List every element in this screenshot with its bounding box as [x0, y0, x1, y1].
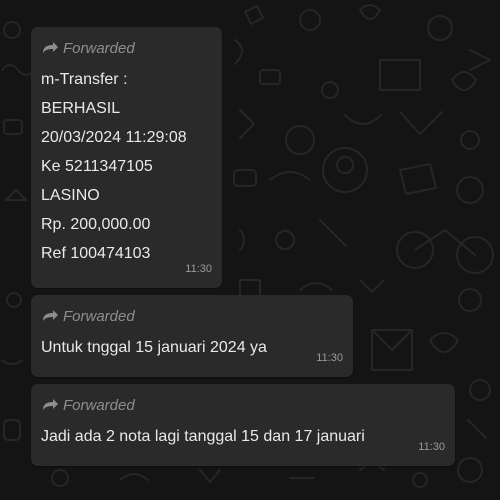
message-text-line: BERHASIL [41, 100, 121, 117]
forward-arrow-icon [43, 42, 58, 53]
forwarded-label: Forwarded [63, 39, 135, 57]
message-bubble-2[interactable]: Forwarded Untuk tnggal 15 januari 2024 y… [31, 295, 353, 377]
message-text-line: Ref 100474103 [41, 245, 151, 262]
forward-arrow-icon [43, 399, 58, 410]
message-text-line: Jadi ada 2 nota lagi tanggal 15 dan 17 j… [41, 428, 365, 445]
message-text-line: Ke 5211347105 [41, 158, 153, 175]
forwarded-label: Forwarded [63, 307, 135, 325]
message-text-line: m-Transfer : [41, 71, 128, 88]
message-text-line: LASINO [41, 187, 100, 204]
forwarded-label: Forwarded [63, 396, 135, 414]
forwarded-indicator: Forwarded [41, 394, 135, 416]
message-timestamp: 11:30 [185, 263, 212, 275]
message-bubble-3[interactable]: Forwarded Jadi ada 2 nota lagi tanggal 1… [31, 384, 455, 466]
message-timestamp: 11:30 [316, 352, 343, 364]
forward-arrow-icon [43, 310, 58, 321]
message-text-line: Rp. 200,000.00 [41, 216, 151, 233]
forwarded-indicator: Forwarded [41, 305, 135, 327]
message-bubble-1[interactable]: Forwarded m-Transfer : BERHASIL 20/03/20… [31, 27, 222, 288]
message-text-line: 20/03/2024 11:29:08 [41, 129, 187, 146]
message-timestamp: 11:30 [418, 441, 445, 453]
message-text-line: Untuk tnggal 15 januari 2024 ya [41, 339, 267, 356]
forwarded-indicator: Forwarded [41, 37, 135, 59]
